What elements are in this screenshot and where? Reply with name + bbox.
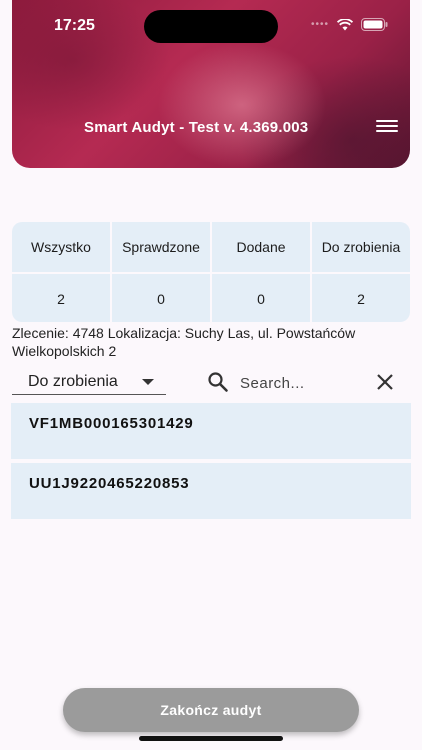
battery-icon <box>361 18 388 31</box>
order-location-text: Zlecenie: 4748 Lokalizacja: Suchy Las, u… <box>12 325 356 359</box>
vin-code: UU1J9220465220853 <box>29 475 190 492</box>
dynamic-island <box>144 10 278 43</box>
stat-value-checked[interactable]: 0 <box>112 274 210 322</box>
close-icon[interactable] <box>375 372 395 392</box>
list-item[interactable]: UU1J9220465220853 <box>11 463 411 519</box>
stat-label-todo[interactable]: Do zrobienia <box>312 222 410 272</box>
vin-code: VF1MB000165301429 <box>29 415 194 432</box>
header-banner: 17:25 •••• Smart Audyt - Test v. 4.369.0… <box>12 0 410 168</box>
app-title: Smart Audyt - Test v. 4.369.003 <box>84 119 309 136</box>
status-icons: •••• <box>311 18 388 31</box>
status-time: 17:25 <box>54 17 95 34</box>
stat-value-todo[interactable]: 2 <box>312 274 410 322</box>
status-filter-dropdown[interactable]: Do zrobienia <box>12 369 166 395</box>
search-icon[interactable] <box>207 371 229 393</box>
stat-value-all[interactable]: 2 <box>12 274 110 322</box>
finish-audit-button[interactable]: Zakończ audyt <box>63 688 359 732</box>
stat-label-all[interactable]: Wszystko <box>12 222 110 272</box>
chevron-down-icon <box>142 379 154 385</box>
wifi-icon <box>337 18 353 31</box>
hamburger-menu-icon[interactable] <box>376 120 398 136</box>
list-item[interactable]: VF1MB000165301429 <box>11 403 411 459</box>
stat-value-added[interactable]: 0 <box>212 274 310 322</box>
search-input[interactable] <box>240 372 362 394</box>
stat-label-added[interactable]: Dodane <box>212 222 310 272</box>
stats-grid: Wszystko Sprawdzone Dodane Do zrobienia … <box>12 222 410 322</box>
signal-dots-icon: •••• <box>310 19 329 30</box>
status-filter-value: Do zrobienia <box>28 373 118 390</box>
stat-label-checked[interactable]: Sprawdzone <box>112 222 210 272</box>
home-indicator <box>139 736 283 741</box>
